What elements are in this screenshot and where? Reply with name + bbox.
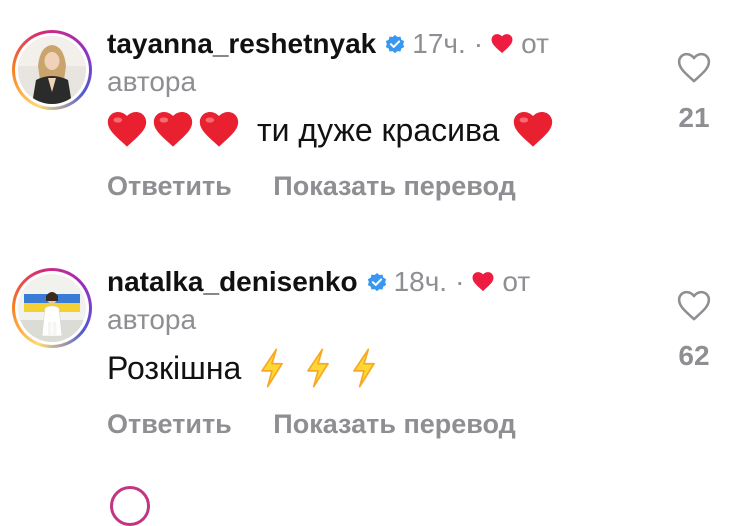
comment-actions: Ответить Показать перевод: [107, 168, 516, 204]
like-count: 62: [678, 340, 710, 371]
avatar[interactable]: [18, 274, 86, 342]
heart-outline-icon[interactable]: [677, 290, 711, 322]
comment-time: 18ч.: [393, 266, 448, 297]
avatar-story-ring[interactable]: [12, 30, 92, 110]
reply-button[interactable]: Ответить: [107, 171, 232, 201]
show-translation-button[interactable]: Показать перевод: [273, 171, 516, 201]
from-label: от: [521, 28, 549, 59]
separator-dot: ·: [455, 266, 465, 297]
comment-body: ти дуже красива: [257, 112, 500, 148]
heart-filled-icon: [491, 34, 513, 54]
reply-button[interactable]: Ответить: [107, 409, 232, 439]
comment-text: Розкішна: [107, 346, 379, 390]
heart-filled-icon: [472, 272, 494, 292]
show-translation-button[interactable]: Показать перевод: [273, 409, 516, 439]
verified-badge-icon: [386, 35, 405, 54]
separator-dot: ·: [473, 28, 484, 59]
red-heart-emoji: [153, 112, 193, 147]
author-label: автора: [107, 304, 197, 335]
red-heart-emoji: [514, 112, 553, 147]
high-voltage-emoji: [261, 348, 284, 388]
from-label: от: [502, 266, 531, 297]
high-voltage-emoji: [307, 348, 330, 388]
comment-text: ти дуже красива: [107, 108, 559, 152]
comment-body: Розкішна: [107, 350, 242, 386]
like-column: 21: [668, 52, 720, 134]
comment-time: 17ч.: [412, 28, 466, 59]
red-heart-emoji: [199, 112, 239, 147]
avatar-story-ring[interactable]: [110, 486, 150, 526]
username[interactable]: tayanna_reshetnyak: [107, 26, 376, 62]
high-voltage-emoji: [353, 348, 376, 388]
comment-header: natalka_denisenko 18ч. · от: [107, 264, 530, 300]
red-heart-emoji: [107, 112, 147, 147]
comment-actions: Ответить Показать перевод: [107, 406, 516, 442]
like-count: 21: [678, 102, 710, 133]
author-label: автора: [107, 66, 197, 97]
verified-badge-icon: [367, 273, 386, 292]
avatar-story-ring[interactable]: [12, 268, 92, 348]
like-column: 62: [668, 290, 720, 372]
username[interactable]: natalka_denisenko: [107, 264, 358, 300]
heart-outline-icon[interactable]: [677, 52, 711, 84]
comment-header: tayanna_reshetnyak 17ч. · от: [107, 26, 549, 62]
avatar[interactable]: [18, 36, 86, 104]
